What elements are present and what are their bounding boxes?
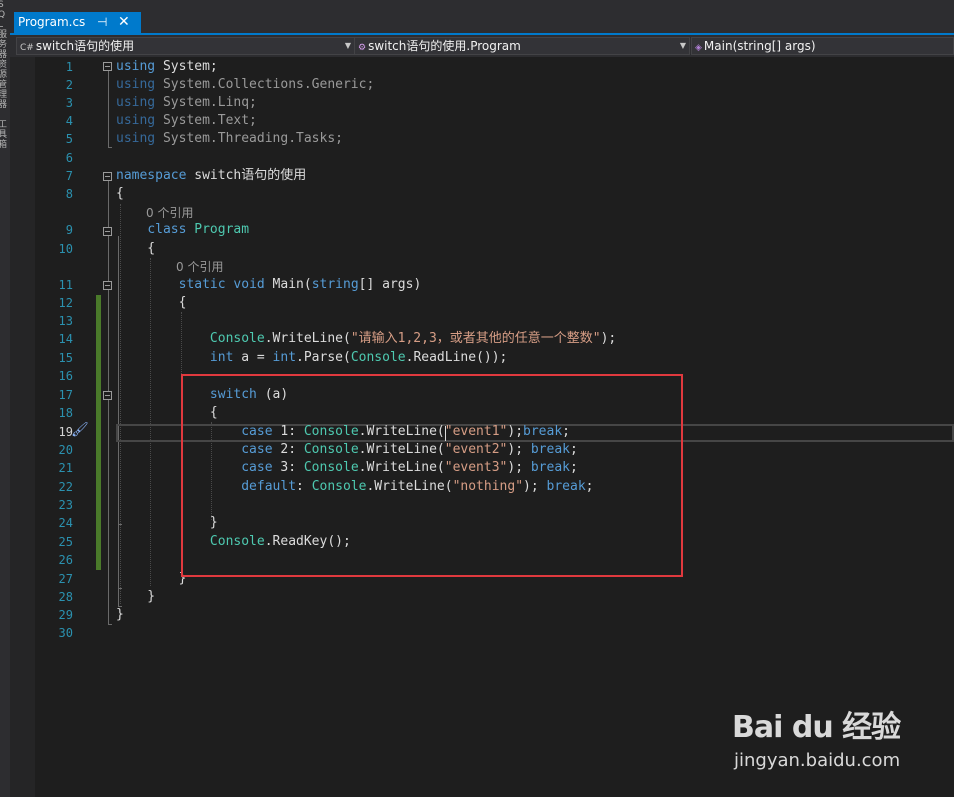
line-number: 13 xyxy=(58,314,73,328)
codelens-class-references[interactable]: 0 个引用 xyxy=(146,204,193,222)
change-marker xyxy=(96,387,101,570)
collapse-toggle-icon[interactable] xyxy=(103,62,112,71)
code-line-11: static void Main(string[] args) xyxy=(178,277,422,292)
line-number: 18 xyxy=(58,406,73,420)
line-number: 24 xyxy=(58,516,73,530)
member-dropdown[interactable]: ◈ Main(string[] args) xyxy=(691,37,954,55)
code-line-10: { xyxy=(116,241,156,256)
code-line-4: using System.Text; xyxy=(116,113,257,128)
line-number: 2 xyxy=(65,78,73,92)
line-number: 3 xyxy=(65,96,73,110)
code-line-9: class Program xyxy=(147,222,250,237)
change-marker xyxy=(96,295,101,387)
code-line-27: } xyxy=(116,571,187,586)
line-number: 17 xyxy=(58,388,73,402)
line-number: 30 xyxy=(58,626,73,640)
line-number: 6 xyxy=(65,151,73,165)
chevron-down-icon: ▼ xyxy=(344,41,351,50)
line-number: 27 xyxy=(58,572,73,586)
collapse-toggle-icon[interactable] xyxy=(103,172,112,181)
code-line-14: Console.WriteLine("请输入1,2,3，或者其他的任意一个整数"… xyxy=(209,331,617,346)
class-icon: ⚙ xyxy=(358,43,367,53)
tab-program-cs[interactable]: Program.cs ⊣ ✕ xyxy=(14,12,141,33)
watermark-logo: Bai du 经验 xyxy=(732,710,901,745)
line-number: 16 xyxy=(58,369,73,383)
highlight-annotation-box xyxy=(181,374,683,577)
line-number: 10 xyxy=(58,242,73,256)
line-number: 5 xyxy=(65,132,73,146)
csharp-project-icon: C# xyxy=(20,43,34,53)
sidebar-item-sql-server-explorer[interactable]: SQL服务器资源管理器 xyxy=(0,0,10,110)
line-number: 14 xyxy=(58,332,73,346)
line-number: 19 xyxy=(58,425,73,439)
code-line-2: using System.Collections.Generic; xyxy=(116,77,375,92)
line-number: 9 xyxy=(65,223,73,237)
line-number: 7 xyxy=(65,169,73,183)
editor-margin xyxy=(10,57,35,797)
method-icon: ◈ xyxy=(695,43,702,53)
line-number: 4 xyxy=(65,114,73,128)
collapse-toggle-icon[interactable] xyxy=(103,391,112,400)
line-number: 23 xyxy=(58,498,73,512)
code-line-1: using System; xyxy=(116,59,218,74)
navigation-bar: C# switch语句的使用 ▼ ⚙ switch语句的使用.Program ▼ ◈… xyxy=(10,35,954,57)
auto-hide-sidebar: SQL服务器资源管理器 工具箱 xyxy=(0,0,10,797)
line-number: 21 xyxy=(58,461,73,475)
toolbar-strip xyxy=(10,0,954,12)
code-line-12: { xyxy=(116,295,187,310)
class-dropdown-value: switch语句的使用.Program xyxy=(368,39,521,53)
baidu-jingyan-watermark: Bai du 经验 jingyan.baidu.com xyxy=(732,700,932,780)
class-dropdown[interactable]: ⚙ switch语句的使用.Program ▼ xyxy=(354,37,690,55)
line-number: 20 xyxy=(58,443,73,457)
codelens-method-references[interactable]: 0 个引用 xyxy=(176,258,223,276)
tab-label: Program.cs xyxy=(18,15,86,29)
document-tab-bar: Program.cs ⊣ ✕ xyxy=(10,12,954,35)
code-line-8: { xyxy=(116,186,124,201)
pin-icon[interactable]: ⊣ xyxy=(97,12,107,33)
collapse-toggle-icon[interactable] xyxy=(103,227,112,236)
line-number: 29 xyxy=(58,608,73,622)
code-line-15: int a = int.Parse(Console.ReadLine()); xyxy=(209,350,508,365)
line-number: 1 xyxy=(65,60,73,74)
sidebar-item-toolbox[interactable]: 工具箱 xyxy=(0,120,10,160)
project-dropdown-value: switch语句的使用 xyxy=(35,39,135,53)
member-dropdown-value: Main(string[] args) xyxy=(703,39,816,53)
chevron-down-icon: ▼ xyxy=(679,41,686,50)
code-line-29: } xyxy=(116,607,124,622)
watermark-url: jingyan.baidu.com xyxy=(734,750,901,771)
line-number: 28 xyxy=(58,590,73,604)
line-number: 15 xyxy=(58,351,73,365)
project-dropdown[interactable]: C# switch语句的使用 ▼ xyxy=(16,37,355,55)
code-line-5: using System.Threading.Tasks; xyxy=(116,131,343,146)
code-line-7: namespace switch语句的使用 xyxy=(116,168,307,183)
quick-action-brush-icon[interactable]: 🖌 xyxy=(71,422,89,438)
close-icon[interactable]: ✕ xyxy=(118,12,130,33)
line-number: 8 xyxy=(65,187,73,201)
collapse-toggle-icon[interactable] xyxy=(103,281,112,290)
line-number: 11 xyxy=(58,278,73,292)
line-number: 26 xyxy=(58,553,73,567)
line-number: 12 xyxy=(58,296,73,310)
line-number: 22 xyxy=(58,480,73,494)
code-line-3: using System.Linq; xyxy=(116,95,257,110)
code-line-28: } xyxy=(116,589,156,604)
line-number: 25 xyxy=(58,535,73,549)
